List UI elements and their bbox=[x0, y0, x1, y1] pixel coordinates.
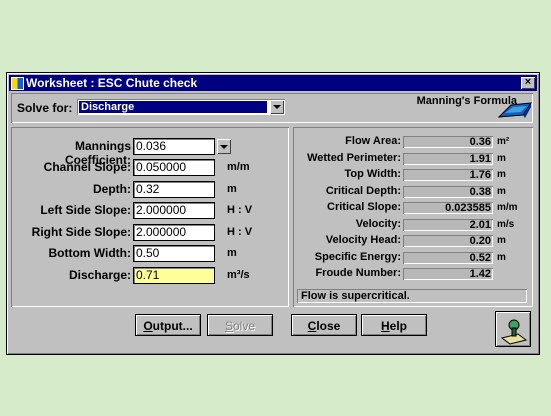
input-field[interactable]: 0.71 bbox=[133, 267, 215, 284]
input-label: Channel Slope: bbox=[43, 160, 131, 174]
input-label: Left Side Slope: bbox=[40, 203, 131, 217]
input-field[interactable]: 0.050000 bbox=[133, 159, 215, 176]
chevron-down-icon[interactable] bbox=[217, 139, 231, 154]
chevron-down-icon[interactable] bbox=[270, 100, 284, 114]
input-unit: H : V bbox=[227, 226, 253, 238]
input-label: Depth: bbox=[93, 182, 131, 196]
result-unit: m bbox=[497, 169, 506, 180]
button-label-post: elp bbox=[389, 319, 407, 333]
input-panel: Mannings Coefficient: 0.036 Channel Slope:… bbox=[11, 127, 289, 307]
button-bar: Output... Solve Close Help bbox=[11, 309, 533, 351]
result-label: Critical Depth: bbox=[325, 184, 401, 197]
result-unit: m bbox=[497, 185, 506, 197]
title-bar[interactable]: Worksheet : ESC Chute check × bbox=[9, 75, 537, 91]
input-unit: H : V bbox=[227, 204, 253, 216]
button-accelerator: S bbox=[224, 319, 233, 333]
input-field[interactable]: 2.000000 bbox=[133, 202, 215, 219]
result-value: 1.91 bbox=[403, 152, 493, 165]
input-unit: m³/s bbox=[227, 269, 250, 281]
result-unit: m² bbox=[497, 136, 510, 147]
solve-for-bar: Solve for: Discharge Manning's Formula bbox=[11, 93, 533, 123]
result-label: Froude Number: bbox=[315, 267, 401, 279]
solve-for-label: Solve for: bbox=[17, 101, 73, 115]
worksheet-app-icon bbox=[11, 76, 24, 90]
result-label: Wetted Perimeter: bbox=[307, 151, 401, 164]
button-accelerator: O bbox=[143, 319, 153, 333]
result-value: 0.52 bbox=[403, 251, 493, 264]
help-book-icon bbox=[500, 319, 528, 345]
help-icon-button[interactable] bbox=[495, 311, 531, 347]
result-unit: m bbox=[497, 235, 506, 246]
result-unit: m bbox=[497, 251, 506, 263]
result-value: 0.023585 bbox=[403, 202, 493, 214]
result-unit: m bbox=[497, 152, 506, 164]
input-field[interactable]: 2.000000 bbox=[133, 224, 215, 241]
input-field[interactable]: 0.32 bbox=[133, 181, 215, 198]
result-value: 1.76 bbox=[403, 169, 493, 181]
result-value: 0.36 bbox=[403, 136, 493, 148]
close-button[interactable]: × bbox=[521, 77, 535, 89]
solve-for-select[interactable]: Discharge bbox=[77, 99, 285, 115]
result-label: Critical Slope: bbox=[327, 201, 401, 213]
results-panel: Flow is supercritical. Flow Area: 0.36 m² W… bbox=[293, 127, 533, 307]
button-label-post: lose bbox=[316, 319, 341, 333]
help-button[interactable]: Help bbox=[361, 314, 427, 336]
input-field[interactable]: 0.50 bbox=[133, 245, 215, 262]
result-unit: m/s bbox=[497, 218, 515, 230]
result-label: Velocity: bbox=[355, 217, 401, 230]
close-button-bottom[interactable]: Close bbox=[291, 314, 357, 336]
input-field[interactable]: 0.036 bbox=[133, 138, 215, 155]
flow-status-message: Flow is supercritical. bbox=[297, 289, 527, 303]
input-label: Right Side Slope: bbox=[31, 225, 131, 239]
result-value: 2.01 bbox=[403, 218, 493, 231]
button-label-post: utput... bbox=[152, 319, 193, 333]
input-unit: m/m bbox=[227, 161, 250, 173]
channel-icon bbox=[497, 102, 533, 118]
input-label: Discharge: bbox=[68, 268, 131, 282]
input-unit: m bbox=[227, 183, 237, 195]
button-accelerator: H bbox=[380, 319, 390, 333]
result-label: Specific Energy: bbox=[314, 250, 401, 263]
result-value: 0.38 bbox=[403, 185, 493, 198]
result-value: 1.42 bbox=[403, 268, 493, 280]
input-label: Bottom Width: bbox=[48, 246, 131, 260]
input-unit: m bbox=[227, 247, 237, 259]
result-unit: m/m bbox=[497, 202, 518, 213]
solve-for-value: Discharge bbox=[79, 101, 267, 113]
solve-button[interactable]: Solve bbox=[207, 314, 273, 336]
worksheet-window: Worksheet : ESC Chute check × Solve for:… bbox=[6, 72, 540, 355]
button-label-post: olve bbox=[233, 319, 256, 333]
result-label: Velocity Head: bbox=[325, 234, 401, 246]
window-title: Worksheet : ESC Chute check bbox=[26, 76, 198, 90]
result-label: Flow Area: bbox=[345, 135, 401, 147]
formula-label: Manning's Formula bbox=[416, 95, 517, 107]
result-value: 0.20 bbox=[403, 235, 493, 247]
output-button[interactable]: Output... bbox=[135, 314, 201, 336]
result-label: Top Width: bbox=[344, 168, 401, 180]
